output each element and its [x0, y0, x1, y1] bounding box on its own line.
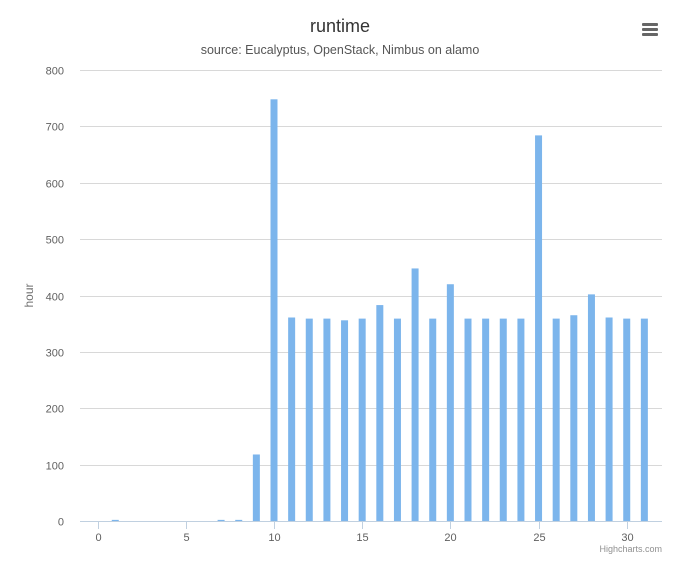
bar — [305, 318, 313, 521]
y-tick-label: 400 — [46, 292, 64, 304]
bar — [341, 320, 349, 521]
y-tick-label: 700 — [46, 122, 64, 134]
bar — [411, 268, 419, 521]
x-tick-label: 25 — [533, 532, 545, 544]
bar — [217, 519, 225, 521]
y-axis-title: hour — [22, 283, 36, 307]
y-tick-label: 0 — [58, 517, 64, 529]
chart-container: runtime source: Eucalyptus, OpenStack, N… — [0, 0, 680, 566]
bar — [570, 315, 578, 521]
bar — [623, 318, 631, 521]
x-tick-label: 5 — [183, 532, 189, 544]
bar — [323, 318, 331, 521]
bar — [535, 135, 543, 521]
credits-link[interactable]: Highcharts.com — [599, 544, 662, 554]
y-tick-label: 800 — [46, 66, 64, 78]
bar — [587, 294, 595, 521]
x-tick-label: 15 — [356, 532, 368, 544]
bar — [499, 318, 507, 521]
bar — [605, 317, 613, 521]
bar — [446, 284, 454, 521]
y-tick-label: 500 — [46, 235, 64, 247]
bar — [235, 519, 243, 521]
bar — [270, 99, 278, 521]
bar — [640, 318, 648, 521]
x-tick-label: 10 — [268, 532, 280, 544]
x-tick-label: 0 — [95, 532, 101, 544]
bar — [517, 318, 525, 521]
bar — [482, 318, 490, 521]
y-tick-label: 200 — [46, 404, 64, 416]
bar — [358, 318, 366, 521]
bar — [429, 318, 437, 521]
y-tick-label: 100 — [46, 461, 64, 473]
y-tick-label: 300 — [46, 348, 64, 360]
bar — [393, 318, 401, 521]
bar — [252, 454, 260, 521]
plot-area: 0 100 200 300 400 500 600 700 800 0 5 10 15 20 25 30 hou… — [22, 66, 662, 544]
x-tick-label: 30 — [621, 532, 633, 544]
bar — [552, 318, 560, 521]
bar — [464, 318, 472, 521]
bar — [288, 317, 296, 521]
x-tick-label: 20 — [444, 532, 456, 544]
bar — [376, 305, 384, 521]
bar — [111, 519, 119, 521]
y-tick-label: 600 — [46, 179, 64, 191]
